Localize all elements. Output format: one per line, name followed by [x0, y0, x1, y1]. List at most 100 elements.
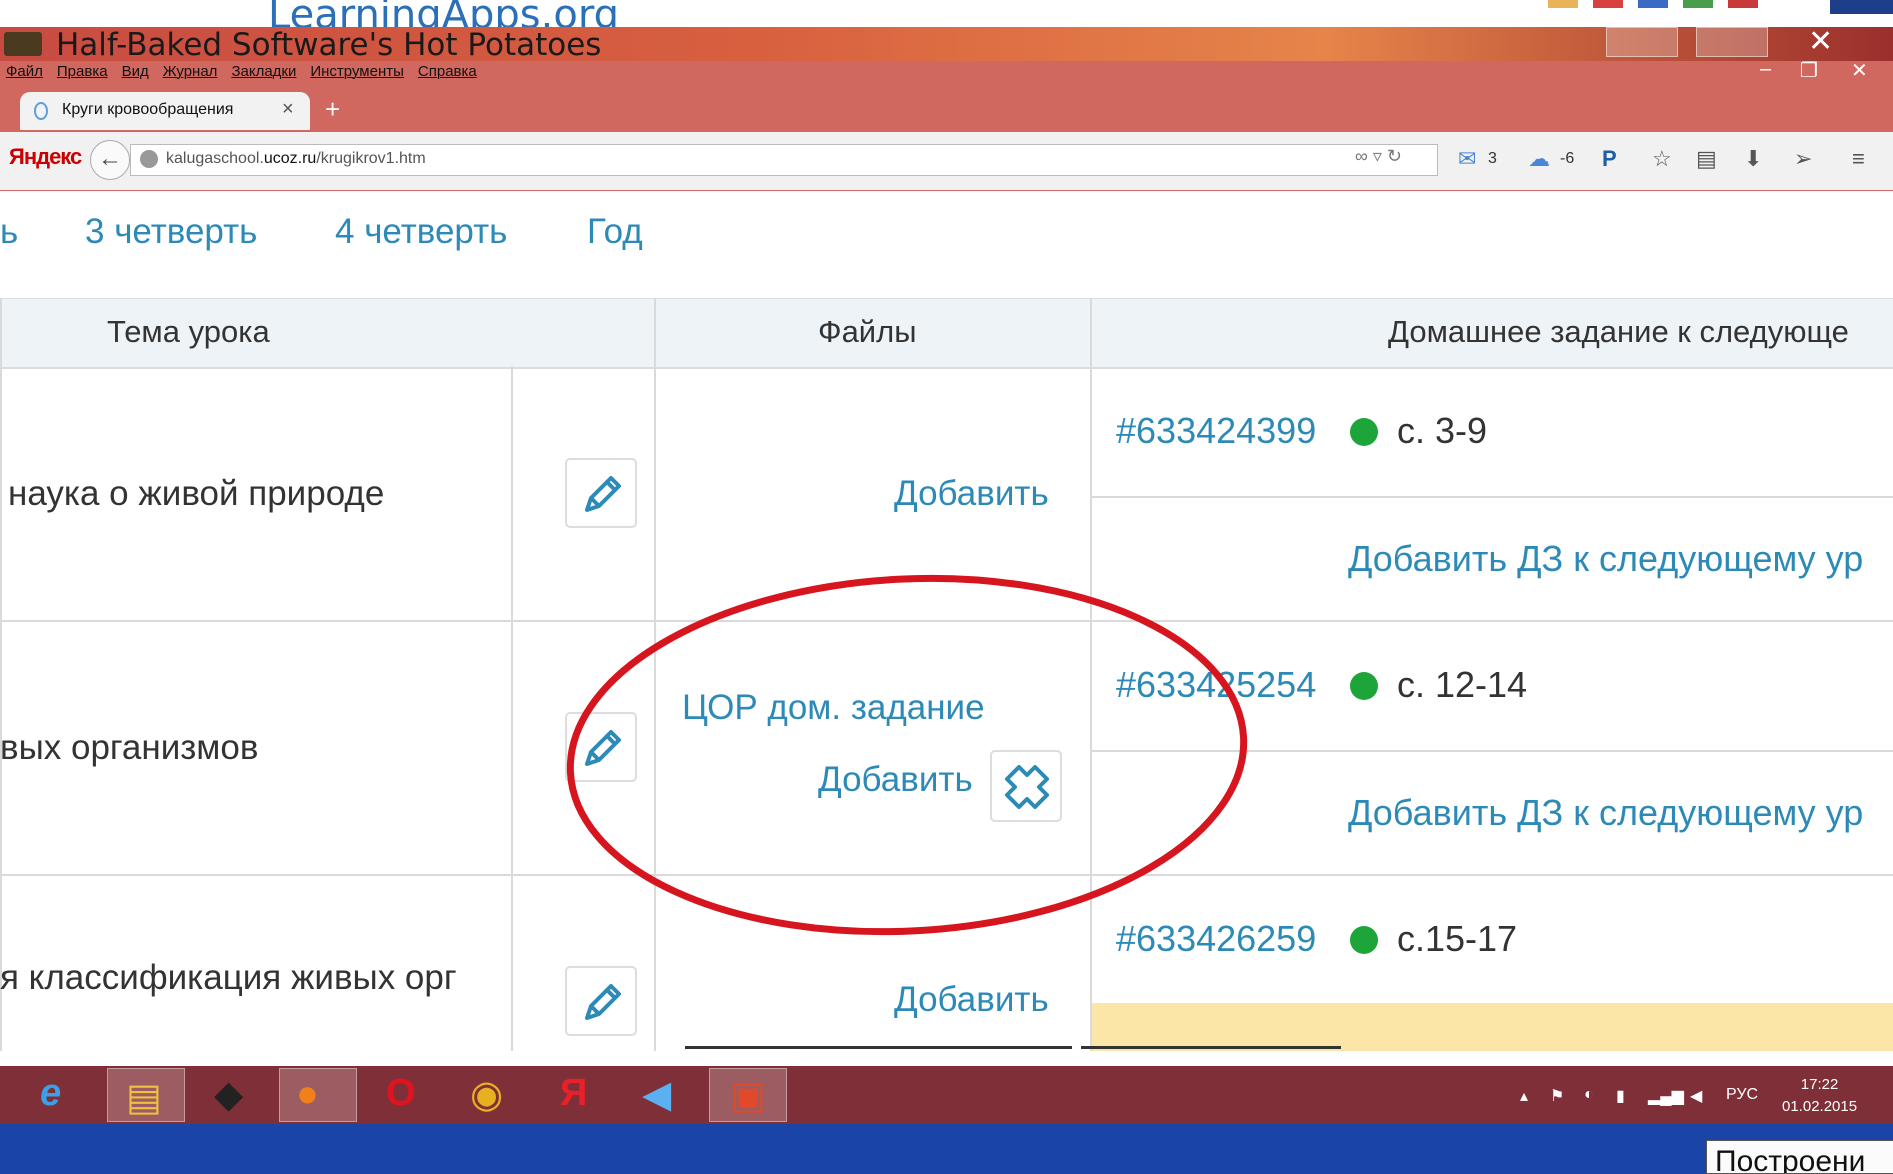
tray-volume-icon[interactable]: ◀	[1690, 1086, 1702, 1106]
menu-bookmarks[interactable]: Закладки	[225, 61, 304, 83]
row-3-homework-pages: с.15-17	[1397, 918, 1518, 959]
quarter-4-tab[interactable]: 4 четверть	[335, 212, 507, 252]
url-text[interactable]: kalugaschool.ucoz.ru/krugikrov1.htm	[166, 150, 426, 168]
clock-time: 17:22	[1800, 1076, 1839, 1093]
row-2-file-link[interactable]: ЦОР дом. задание	[682, 688, 985, 728]
tab-favicon-icon	[34, 102, 48, 120]
row-2-edit-button[interactable]	[565, 712, 637, 782]
column-divider	[654, 298, 656, 1051]
audio-icon: ◀	[642, 1074, 672, 1116]
taskbar-explorer[interactable]: ▤	[107, 1068, 185, 1122]
yandex-browser-icon: Я	[560, 1072, 588, 1114]
mail-icon[interactable]: ✉	[1458, 146, 1476, 172]
tab-close-icon[interactable]: ×	[282, 98, 294, 121]
taskbar-firefox[interactable]: ●	[279, 1068, 357, 1122]
pencil-icon	[585, 984, 621, 1020]
header-topic: Тема урока	[107, 314, 270, 349]
year-tab[interactable]: Год	[587, 212, 643, 252]
downloads-icon[interactable]: ⬇	[1744, 146, 1762, 172]
row-3-edit-button[interactable]	[565, 966, 637, 1036]
send-icon[interactable]: ➢	[1794, 146, 1812, 172]
bookmark-star-icon[interactable]: ☆	[1652, 146, 1672, 172]
tray-signal-icon[interactable]: ▂▄▆	[1648, 1086, 1684, 1106]
row-3-add-file[interactable]: Добавить	[894, 980, 1049, 1020]
hotpotatoes-close-icon[interactable]: ✕	[1808, 24, 1833, 59]
menu-bar: Файл Правка Вид Журнал Закладки Инструме…	[0, 61, 485, 83]
row-2-homework-id[interactable]: #633425254	[1116, 664, 1316, 706]
language-indicator[interactable]: РУС	[1726, 1086, 1758, 1104]
row-3-topic: я классификация живых орг	[0, 958, 457, 997]
url-prefix: kalugaschool.	[166, 150, 264, 167]
taskbar-hotpotatoes[interactable]: ◆	[196, 1068, 274, 1122]
row-divider	[0, 620, 1893, 622]
menu-edit[interactable]: Правка	[51, 61, 116, 83]
presentation-icon: ▣	[730, 1075, 766, 1117]
pencil-icon	[585, 730, 621, 766]
tab-label: Круги кровообращения	[62, 101, 234, 118]
row-1-homework-id[interactable]: #633424399	[1116, 410, 1316, 452]
internet-explorer-icon: e	[40, 1072, 62, 1114]
scroll-indicator	[685, 1046, 1072, 1049]
yandex-logo[interactable]: Яндекс	[9, 144, 82, 170]
taskbar-presentation[interactable]: ▣	[709, 1068, 787, 1122]
scroll-indicator	[1081, 1046, 1341, 1049]
menu-view[interactable]: Вид	[116, 61, 157, 83]
column-divider	[1090, 298, 1092, 1051]
row-divider	[1092, 496, 1893, 498]
new-tab-button[interactable]: +	[325, 94, 340, 125]
chrome-icon: ◉	[470, 1074, 504, 1116]
row-1-topic: наука о живой природе	[8, 474, 385, 513]
row-1-add-homework[interactable]: Добавить ДЗ к следующему ур	[1348, 538, 1863, 580]
row-2-add-file[interactable]: Добавить	[818, 760, 973, 800]
weather-icon[interactable]: ☁	[1528, 146, 1550, 172]
extension-icon[interactable]: P	[1602, 146, 1617, 172]
background-window-control	[1830, 0, 1893, 14]
firefox-icon: ●	[296, 1073, 319, 1115]
hotpotatoes-icon	[4, 32, 42, 56]
row-1-edit-button[interactable]	[565, 458, 637, 528]
clock-date: 01.02.2015	[1782, 1098, 1858, 1115]
url-path: /krugikrov1.htm	[316, 150, 426, 167]
header-files: Файлы	[818, 314, 917, 349]
reader-icon[interactable]: ∞ ▿ ↻	[1355, 146, 1402, 167]
taskbar-chrome[interactable]: ◉	[452, 1068, 530, 1122]
taskbar-ie[interactable]: e	[28, 1068, 106, 1122]
taskbar-yandex[interactable]: Я	[538, 1068, 616, 1122]
minimize-icon[interactable]: –	[1760, 58, 1771, 81]
row-3-status-dot	[1350, 926, 1378, 954]
quarter-3-tab[interactable]: 3 четверть	[85, 212, 257, 252]
menu-history[interactable]: Журнал	[157, 61, 226, 83]
header-homework: Домашнее задание к следующе	[1388, 314, 1849, 349]
row-2-add-homework[interactable]: Добавить ДЗ к следующему ур	[1348, 792, 1863, 834]
background-title: LearningApps.org	[268, 0, 619, 27]
menu-file[interactable]: Файл	[0, 61, 51, 83]
row-divider	[1092, 750, 1893, 752]
row-2-delete-file-button[interactable]	[990, 750, 1062, 822]
tray-network-icon[interactable]: ◐	[1584, 1086, 1594, 1104]
hotpotatoes-maximize-button[interactable]	[1696, 27, 1768, 57]
row-1-add-file[interactable]: Добавить	[894, 474, 1049, 514]
quarter-2-tab[interactable]: ь	[0, 212, 18, 252]
column-divider	[511, 366, 513, 1051]
menu-help[interactable]: Справка	[412, 61, 485, 83]
file-explorer-icon: ▤	[126, 1077, 162, 1119]
back-button[interactable]: ←	[90, 140, 130, 180]
taskbar-audio[interactable]: ◀	[624, 1068, 702, 1122]
menu-tools[interactable]: Инструменты	[304, 61, 412, 83]
mail-count: 3	[1488, 150, 1497, 167]
row-2-status-dot	[1350, 672, 1378, 700]
row-3-homework-id[interactable]: #633426259	[1116, 918, 1316, 960]
bookmarks-list-icon[interactable]: ▤	[1696, 146, 1717, 172]
tray-arrow-icon[interactable]: ▴	[1520, 1086, 1528, 1106]
restore-icon[interactable]: ❐	[1800, 58, 1818, 83]
clock[interactable]: 17:22 01.02.2015	[1782, 1074, 1857, 1118]
tray-flag-icon[interactable]: ⚑	[1550, 1086, 1564, 1106]
hotpotatoes-minimize-button[interactable]	[1606, 27, 1678, 57]
tray-power-icon[interactable]: ▮	[1616, 1086, 1625, 1106]
close-icon[interactable]: ✕	[1851, 58, 1868, 83]
taskbar-opera[interactable]: O	[366, 1068, 444, 1122]
menu-hamburger-icon[interactable]: ≡	[1852, 146, 1865, 172]
tab-krugi[interactable]: Круги кровообращения ×	[20, 92, 310, 130]
site-identity-icon[interactable]	[140, 150, 158, 168]
pencil-icon	[585, 476, 621, 512]
